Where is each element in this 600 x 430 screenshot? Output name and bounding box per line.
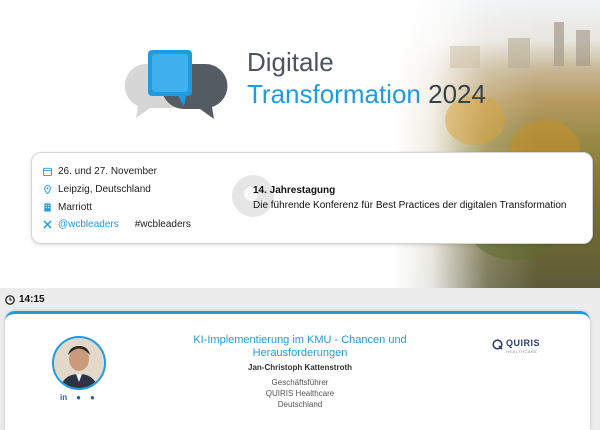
speech-bubbles-logo: [124, 50, 228, 119]
company-logo: QUIRIS HEALTHCARE: [492, 338, 552, 356]
company-logo-sub: HEALTHCARE: [506, 349, 538, 354]
edition-label: 14. Jahrestagung: [253, 185, 336, 196]
time-slot-bar: 14:15: [0, 290, 600, 310]
venue-row: Marriott: [43, 202, 92, 213]
speaker-avatar: [52, 336, 106, 390]
hashtag-text: #wcbleaders: [134, 219, 191, 230]
event-header: Digitale Transformation 2024 26. und 27.…: [0, 0, 600, 288]
session-title[interactable]: KI-Implementierung im KMU - Chancen und …: [165, 334, 435, 360]
x-logo-icon: [43, 220, 52, 229]
speaker-company: QUIRIS Healthcare: [265, 389, 335, 398]
event-title-line1: Digitale: [247, 47, 334, 77]
session-card: in ● ● KI-Implementierung im KMU - Chanc…: [5, 311, 590, 430]
speaker-name: Jan-Christoph Kattenstroth: [248, 363, 352, 372]
event-date: 26. und 27. November: [58, 166, 157, 177]
event-title-line2: Transformation: [247, 79, 421, 109]
twitter-handle-link[interactable]: @wcbleaders: [58, 219, 119, 230]
calendar-icon: [43, 167, 52, 176]
event-info-card: 26. und 27. November Leipzig, Deutschlan…: [31, 152, 593, 244]
session-time: 14:15: [19, 294, 45, 305]
linkedin-icon[interactable]: in: [60, 393, 67, 402]
chat-icon[interactable]: ●: [90, 393, 95, 402]
clock-icon: [5, 295, 15, 305]
quiris-mark-icon: [492, 339, 503, 350]
date-row: 26. und 27. November: [43, 166, 157, 177]
location-pin-icon: [44, 185, 51, 194]
city-skyline-image: [395, 0, 600, 288]
speaker-country: Deutschland: [277, 400, 323, 409]
speaker-role: Geschäftsführer: [271, 378, 329, 387]
social-row: @wcbleaders #wcbleaders: [43, 219, 191, 230]
company-logo-name: QUIRIS: [506, 338, 541, 348]
xing-icon[interactable]: ●: [76, 393, 81, 402]
event-title: Digitale Transformation 2024: [247, 46, 486, 110]
event-venue: Marriott: [58, 202, 92, 213]
speaker-social-links: in ● ●: [60, 393, 95, 402]
building-icon: [44, 203, 51, 212]
event-location: Leipzig, Deutschland: [58, 184, 151, 195]
location-row: Leipzig, Deutschland: [43, 184, 151, 195]
event-year: 2024: [428, 79, 486, 109]
event-tagline: Die führende Konferenz für Best Practice…: [253, 200, 567, 211]
